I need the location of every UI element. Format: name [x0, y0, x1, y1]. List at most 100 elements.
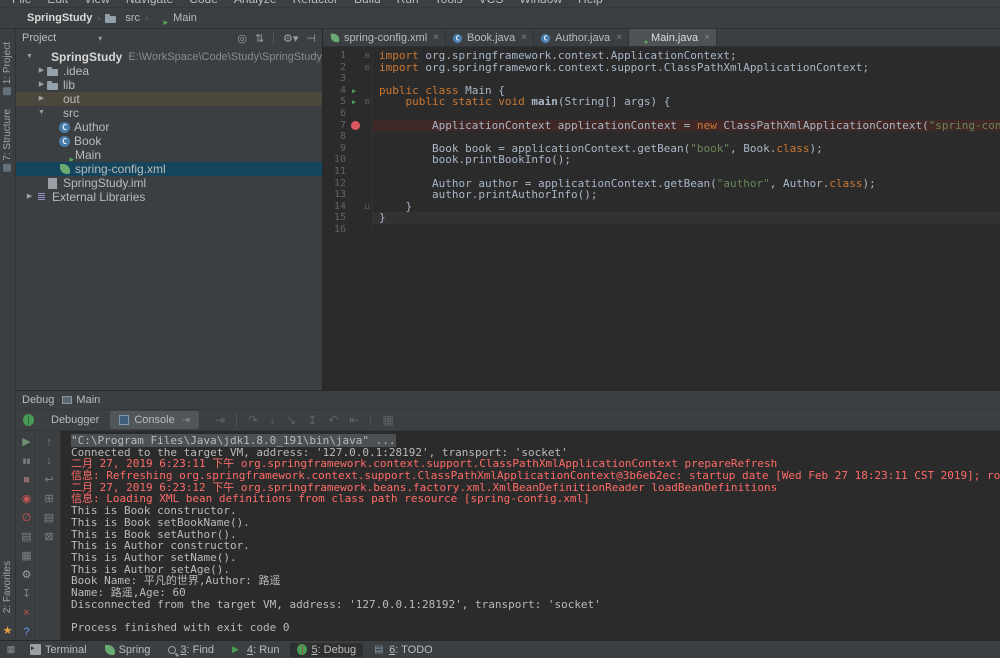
favorites-star-icon[interactable]: ★: [3, 624, 13, 637]
force-step-into-icon[interactable]: ↘: [286, 413, 296, 427]
drop-frame-icon[interactable]: ↶: [328, 413, 338, 427]
print-icon[interactable]: ▤: [44, 512, 54, 525]
project-tool-window: Project ▾ ◎⇅|⚙▾⊣ ▼SpringStudyE:\WorkSpac…: [16, 29, 323, 390]
statusbar-terminal-button[interactable]: Terminal: [23, 643, 94, 657]
menu-vcs[interactable]: VCS: [471, 0, 512, 7]
statusbar-spring-button[interactable]: Spring: [98, 643, 158, 657]
debug-tab-console[interactable]: Console⇥: [110, 411, 199, 429]
step-into-icon[interactable]: ↓: [269, 413, 275, 427]
debug-tab-debugger[interactable]: Debugger: [42, 411, 108, 429]
project-tree[interactable]: ▼SpringStudyE:\WorkSpace\Code\Study\Spri…: [16, 47, 322, 390]
debug-session-tab[interactable]: Main: [62, 394, 100, 406]
editor-tab-book-java[interactable]: Book.java×: [446, 29, 534, 46]
resume-icon[interactable]: ▶: [22, 436, 30, 449]
menu-view[interactable]: View: [76, 0, 118, 7]
menu-edit[interactable]: Edit: [39, 0, 76, 7]
code-editor[interactable]: 1⊟import org.springframework.context.App…: [323, 47, 1000, 390]
close-icon[interactable]: ×: [616, 32, 622, 43]
settings-gear-icon[interactable]: ⚙▾: [283, 32, 298, 45]
tree-item-out[interactable]: ▶out: [16, 92, 322, 106]
tree-item-idea[interactable]: ▶.idea: [16, 64, 322, 78]
breadcrumb-springstudy[interactable]: SpringStudy: [7, 12, 92, 24]
menu-tools[interactable]: Tools: [427, 0, 471, 7]
close-icon[interactable]: ×: [521, 32, 527, 43]
chevron-down-icon[interactable]: ▾: [98, 34, 102, 43]
editor-tab-author-java[interactable]: Author.java×: [534, 29, 629, 46]
project-panel-title[interactable]: Project: [22, 32, 56, 44]
menu-window[interactable]: Window: [511, 0, 570, 7]
gutter-spacer: [349, 166, 362, 178]
close-icon[interactable]: ×: [433, 32, 439, 43]
tree-arrow-icon: ▼: [36, 106, 47, 120]
scroll-down-icon[interactable]: ↓: [46, 455, 52, 468]
statusbar-todo-button[interactable]: ▤6: TODO: [367, 643, 440, 657]
tool-window-switcher-icon[interactable]: ▦: [4, 644, 18, 655]
console-line-1: "C:\Program Files\Java\jdk1.8.0_191\bin\…: [71, 435, 1000, 447]
tree-item-author[interactable]: Author: [16, 120, 322, 134]
menu-analyze[interactable]: Analyze: [226, 0, 285, 7]
view-breakpoints-icon[interactable]: ◉: [22, 493, 32, 506]
lib-icon: ≣: [35, 191, 48, 203]
breakpoint-icon[interactable]: [349, 120, 362, 132]
fold-spacer: [362, 178, 372, 190]
menu-code[interactable]: Code: [181, 0, 226, 7]
close-icon[interactable]: ×: [704, 32, 710, 43]
tree-item-springstudy-iml[interactable]: SpringStudy.iml: [16, 176, 322, 190]
tree-item-label: SpringStudy.iml: [63, 176, 146, 190]
hide-panel-icon[interactable]: ⊣: [306, 32, 316, 45]
restore-layout-icon[interactable]: ▦: [21, 550, 31, 563]
fold-spacer: [362, 166, 372, 178]
stripe-structure-button[interactable]: 7: Structure: [2, 109, 13, 172]
statusbar-debug-button[interactable]: 5: Debug: [290, 643, 363, 657]
step-out-icon[interactable]: ↥: [307, 413, 317, 427]
locate-icon[interactable]: ◎: [237, 32, 247, 45]
show-execution-point-icon[interactable]: ⇥: [215, 413, 225, 427]
folder-src-icon: [47, 107, 59, 119]
tree-item-label: Book: [74, 134, 101, 148]
step-over-icon[interactable]: ↷: [248, 413, 258, 427]
evaluate-expression-icon[interactable]: ▦: [382, 413, 393, 427]
menu-help[interactable]: Help: [570, 0, 611, 7]
run-gutter-icon[interactable]: [349, 85, 362, 97]
tree-item-lib[interactable]: ▶lib: [16, 78, 322, 92]
stripe-favorites-button[interactable]: 2: Favorites: [2, 561, 13, 613]
menu-refactor[interactable]: Refactor: [285, 0, 346, 7]
menu-build[interactable]: Build: [346, 0, 389, 7]
menu-file[interactable]: File: [4, 0, 39, 7]
thread-dump-icon[interactable]: ▤: [21, 531, 31, 544]
menu-run[interactable]: Run: [389, 0, 427, 7]
editor-tab-spring-config-xml[interactable]: spring-config.xml×: [323, 29, 446, 46]
console-output[interactable]: "C:\Program Files\Java\jdk1.8.0_191\bin\…: [60, 431, 1000, 640]
tree-item-external-libraries[interactable]: ▶≣External Libraries: [16, 190, 322, 204]
breadcrumb-main[interactable]: Main: [153, 12, 197, 24]
run-to-cursor-icon[interactable]: ⇤: [349, 413, 359, 427]
open-text-icon[interactable]: ⊞: [44, 493, 53, 506]
clear-all-icon[interactable]: ⊠: [44, 531, 53, 544]
editor-tab-main-java[interactable]: Main.java×: [629, 29, 717, 46]
stop-icon[interactable]: ■: [23, 474, 30, 487]
tree-item-book[interactable]: Book: [16, 134, 322, 148]
line-number: 7: [323, 120, 349, 132]
stripe-project-button[interactable]: 1: Project: [2, 42, 13, 95]
help-icon[interactable]: ?: [23, 626, 29, 639]
scroll-up-icon[interactable]: ↑: [46, 436, 52, 449]
close-icon[interactable]: ×: [23, 607, 29, 620]
settings-gear-icon[interactable]: ⚙: [22, 569, 32, 582]
ide-window: FileEditViewNavigateCodeAnalyzeRefactorB…: [0, 0, 1000, 658]
collapse-all-icon[interactable]: ⇅: [255, 32, 264, 45]
folder-out-icon: [47, 93, 59, 105]
soft-wrap-icon[interactable]: ↩: [44, 474, 53, 487]
run-gutter-icon[interactable]: [349, 96, 362, 108]
statusbar-find-button[interactable]: 3: Find: [161, 643, 221, 657]
tree-item-spring-config-xml[interactable]: spring-config.xml: [16, 162, 322, 176]
statusbar-run-button[interactable]: ▶4: Run: [225, 643, 286, 657]
breadcrumb-src[interactable]: src: [105, 12, 140, 24]
tree-item-src[interactable]: ▼src: [16, 106, 322, 120]
mute-breakpoints-icon[interactable]: ∅: [22, 512, 32, 525]
pause-icon[interactable]: ▮▮: [23, 455, 31, 468]
pin-tab-icon[interactable]: ↧: [22, 588, 31, 601]
code-line-16: 16: [323, 224, 1000, 236]
tree-item-main[interactable]: Main: [16, 148, 322, 162]
menu-navigate[interactable]: Navigate: [118, 0, 181, 7]
tree-item-springstudy[interactable]: ▼SpringStudyE:\WorkSpace\Code\Study\Spri…: [16, 50, 322, 64]
